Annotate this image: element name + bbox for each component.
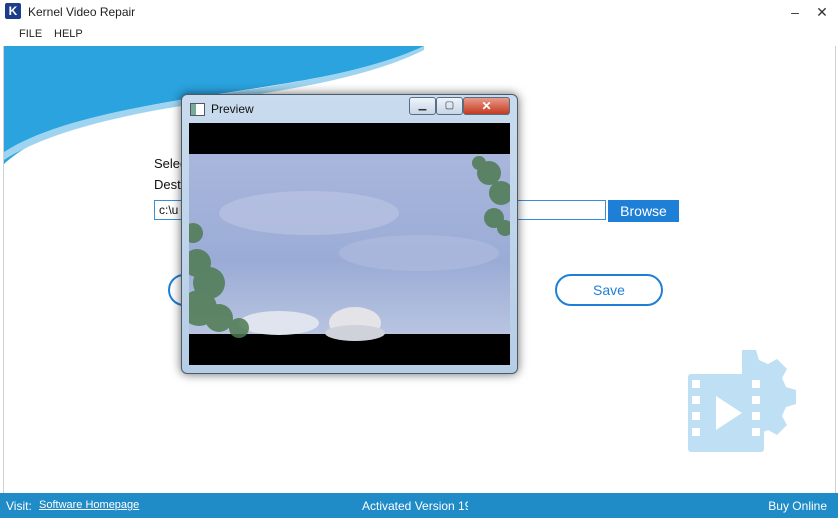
video-preview-frame: [189, 123, 510, 365]
menu-file[interactable]: FILE: [19, 28, 42, 40]
preview-maximize-button[interactable]: ▢: [436, 97, 463, 115]
browse-button[interactable]: Browse: [608, 200, 679, 222]
destination-label: Dest: [154, 177, 181, 192]
menu-bar: FILE HELP: [0, 24, 838, 46]
visit-label: Visit:: [6, 499, 32, 513]
minimize-button[interactable]: –: [784, 2, 806, 22]
preview-dialog[interactable]: Preview ▁ ▢ ✕: [181, 94, 518, 374]
buy-online-link[interactable]: Buy Online: [768, 499, 827, 513]
menu-help[interactable]: HELP: [54, 28, 83, 40]
close-button[interactable]: ✕: [811, 2, 833, 22]
video-gear-decoration-icon: [688, 350, 796, 452]
software-homepage-link[interactable]: Software Homepage: [39, 499, 139, 511]
preview-close-button[interactable]: ✕: [463, 97, 510, 115]
app-logo-icon: K: [5, 3, 21, 19]
status-bar: Visit: Software Homepage Activated Versi…: [0, 493, 838, 518]
window-title: Kernel Video Repair: [28, 5, 136, 19]
title-bar: K Kernel Video Repair – ✕: [0, 0, 838, 24]
preview-title: Preview: [211, 102, 254, 116]
preview-window-icon: [190, 103, 205, 116]
save-button[interactable]: Save: [555, 274, 663, 306]
version-text: Activated Version 19: [362, 499, 468, 513]
preview-minimize-button[interactable]: ▁: [409, 97, 436, 115]
